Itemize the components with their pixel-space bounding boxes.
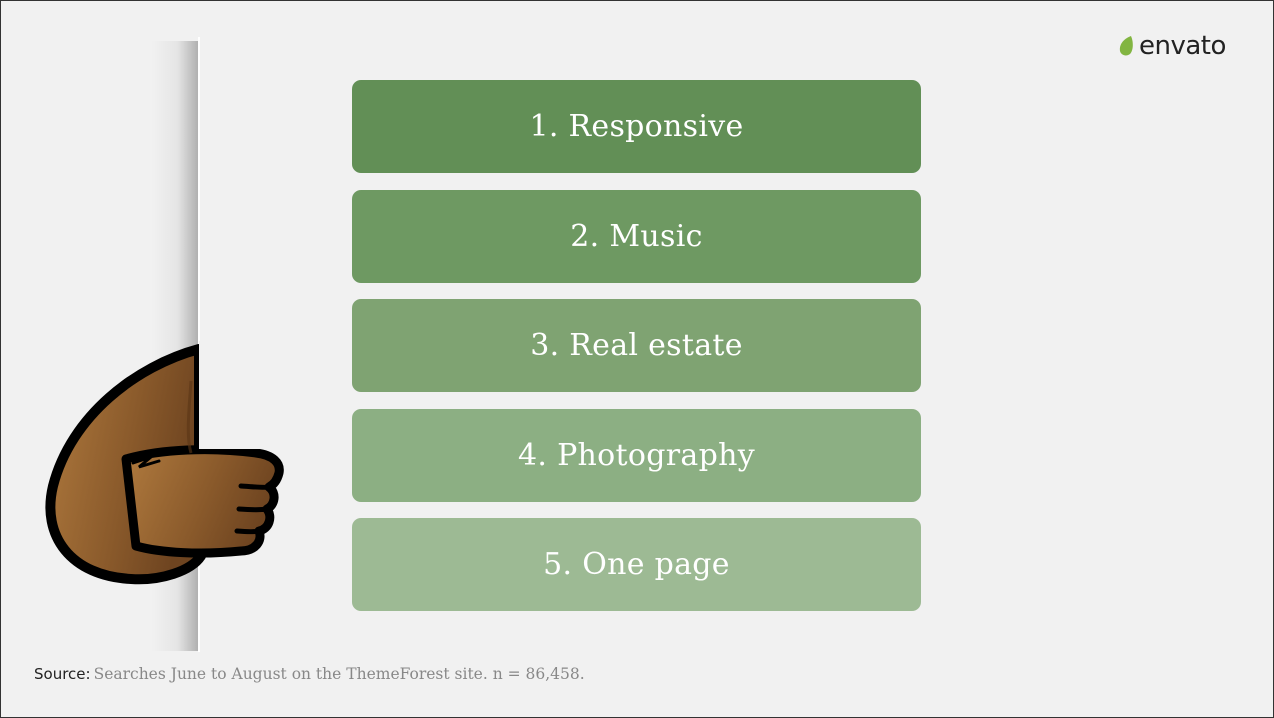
envato-logo: envato bbox=[1117, 29, 1226, 63]
ranking-item: 5. One page bbox=[352, 518, 921, 611]
ranking-item: 2. Music bbox=[352, 189, 921, 283]
ranking-item: 3. Real estate bbox=[352, 299, 921, 392]
ranking-item-label: 1. Responsive bbox=[529, 109, 744, 144]
source-text: Searches June to August on the ThemeFore… bbox=[93, 665, 585, 683]
leaf-icon bbox=[1119, 36, 1133, 56]
ranking-item-label: 2. Music bbox=[570, 218, 703, 254]
ranking-item-label: 5. One page bbox=[543, 547, 730, 582]
source-label: Source: bbox=[34, 665, 91, 683]
ranking-item-label: 4. Photography bbox=[518, 437, 755, 473]
ranking-item: 1. Responsive bbox=[352, 80, 921, 173]
ranking-item: 4. Photography bbox=[352, 408, 921, 502]
ranking-item-label: 3. Real estate bbox=[530, 328, 743, 363]
bear-arm-icon bbox=[45, 341, 291, 585]
source-note: Source: Searches June to August on the Th… bbox=[34, 665, 585, 683]
logo-text: envato bbox=[1139, 31, 1226, 61]
slide: envato 1. Responsive 2. Music 3. Real esta… bbox=[0, 0, 1274, 718]
